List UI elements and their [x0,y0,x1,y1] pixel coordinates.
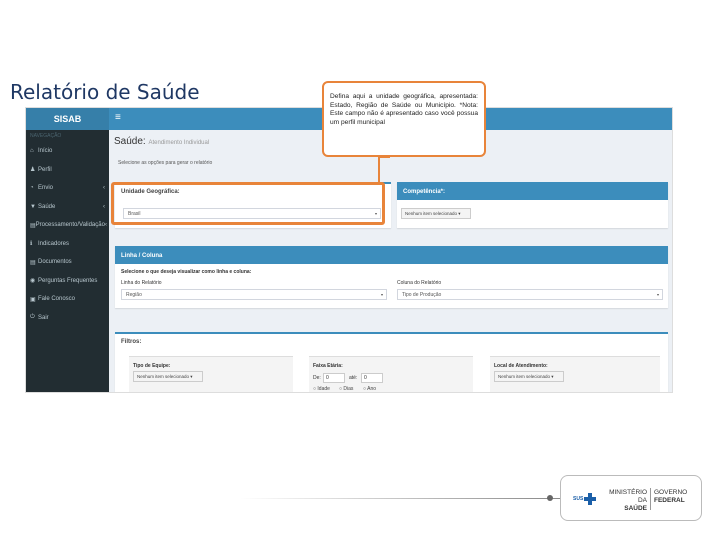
linha-coluna-title: Linha / Coluna [115,248,668,264]
ministerio-line-1: MINISTÉRIO DA [609,489,647,504]
sidebar-item-label: Perfil [38,166,52,173]
coluna-relatorio-value: Tipo de Produção [402,292,442,298]
competencia-box: Competência*: Nenhum item selecionado ▾ [397,182,668,228]
page-title-text: Saúde: [114,136,146,147]
faixa-etaria-label: Faixa Etária: [313,363,343,369]
brand-logo[interactable]: SISAB [26,108,109,130]
callout-note: Defina aqui a unidade geográfica, aprese… [322,81,486,157]
documents-icon: ▤ [30,259,36,266]
health-cross-icon [584,493,596,505]
governo-logo: GOVERNO FEDERAL [654,489,687,505]
ministerio-logo: MINISTÉRIO DA SAÚDE [599,489,647,513]
send-icon: ◔ [30,185,34,192]
sidebar-item-processamento-validacao[interactable]: ▤ Processamento/Validação ‹ [26,216,109,235]
sidebar-item-envio[interactable]: ◔ Envio ‹ [26,179,109,198]
ministerio-line-2: SAÚDE [624,505,647,512]
faixa-de-input[interactable]: 0 [323,373,345,383]
sidebar-item-saude[interactable]: ▼ Saúde ‹ [26,198,109,217]
sus-logo-text: SUS [573,496,584,502]
sidebar-item-label: Indicadores [38,240,70,247]
sidebar-item-label: Saúde [38,203,56,210]
chevron-down-icon: ▾ [656,292,659,297]
health-icon: ▼ [30,203,36,210]
faixa-de-label: De: [313,375,321,381]
sidebar-item-label: Processamento/Validação [35,222,105,229]
tipo-equipe-dropdown[interactable]: Nenhum item selecionado ▾ [133,371,203,382]
sidebar-item-sair[interactable]: ⏻ Sair [26,309,109,328]
footer-line [240,498,560,499]
local-atendimento-dropdown[interactable]: Nenhum item selecionado ▾ [494,371,564,382]
local-atendimento-panel: Local de Atendimento: Nenhum item seleci… [490,356,660,392]
coluna-relatorio-label: Coluna do Relatório [397,280,442,286]
tipo-equipe-label: Tipo de Equipe: [133,363,171,369]
sidebar-item-label: Sair [38,314,49,321]
user-icon: ♟ [30,167,36,174]
sidebar-item-documentos[interactable]: ▤ Documentos [26,253,109,272]
faixa-ate-input[interactable]: 0 [361,373,383,383]
sidebar-item-label: Início [38,148,53,155]
page-subtitle: Atendimento Individual [148,140,210,146]
governo-line-2: FEDERAL [654,497,685,504]
faq-icon: ◉ [30,278,36,285]
competencia-title: Competência*: [397,184,668,200]
slide-title: Relatório de Saúde [10,80,200,104]
radio-idade[interactable]: ○ Idade [313,386,330,392]
main-content: Saúde: Atendimento Individual Selecione … [109,130,672,392]
chevron-down-icon: ▾ [380,292,383,297]
filtros-title: Filtros: [121,339,142,345]
info-icon: ℹ [30,241,33,248]
filtros-box: Filtros: Tipo de Equipe: Nenhum item sel… [115,332,668,392]
linha-relatorio-select[interactable]: Região ▾ [121,289,387,300]
sidebar-item-label: Documentos [38,259,72,266]
page-title: Saúde: Atendimento Individual [114,136,209,147]
unidade-geografica-highlight [111,182,385,225]
coluna-relatorio-select[interactable]: Tipo de Produção ▾ [397,289,663,300]
home-icon: ⌂ [30,148,34,155]
linha-coluna-box: Linha / Coluna Selecione o que deseja vi… [115,246,668,308]
sidebar-item-inicio[interactable]: ⌂ Início [26,142,109,161]
local-atendimento-label: Local de Atendimento: [494,363,548,369]
radio-dias[interactable]: ○ Dias [339,386,353,392]
sidebar-item-fale-conosco[interactable]: ▣ Fale Conosco [26,290,109,309]
sidebar-item-indicadores[interactable]: ℹ Indicadores [26,235,109,254]
callout-connector [378,157,380,182]
sidebar-item-label: Perguntas Frequentes [38,277,98,284]
sidebar-item-label: Fale Conosco [38,296,76,303]
radio-ano[interactable]: ○ Ano [363,386,376,392]
sidebar-menu: ⌂ Início ♟ Perfil ◔ Envio ‹ ▼ Saúde ‹ ▤ Processamen… [26,142,109,327]
governo-line-1: GOVERNO [654,489,688,496]
sidebar: SISAB NAVEGAÇÃO ⌂ Início ♟ Perfil ◔ Envio ‹ ▼ Sa… [26,108,109,392]
linha-relatorio-value: Região [126,292,142,298]
sidebar-header: NAVEGAÇÃO [30,133,62,139]
sidebar-item-label: Envio [38,185,54,192]
faixa-etaria-panel: Faixa Etária: De: 0 até: 0 ○ Idade ○ Dia… [309,356,473,392]
tipo-equipe-panel: Tipo de Equipe: Nenhum item selecionado … [129,356,293,392]
logo-separator [650,488,651,510]
contact-icon: ▣ [30,296,36,303]
page-hint: Selecione as opções para gerar o relatór… [118,160,213,166]
hamburger-menu-icon[interactable]: ≡ [115,112,121,123]
footer-logo: SUS MINISTÉRIO DA SAÚDE GOVERNO FEDERAL [560,475,702,521]
sidebar-item-perfil[interactable]: ♟ Perfil [26,161,109,180]
linha-coluna-hint: Selecione o que deseja visualizar como l… [121,269,252,275]
competencia-dropdown[interactable]: Nenhum item selecionado ▾ [401,208,471,219]
linha-relatorio-label: Linha do Relatório [121,280,162,286]
sidebar-item-perguntas-frequentes[interactable]: ◉ Perguntas Frequentes [26,272,109,291]
exit-icon: ⏻ [30,314,35,321]
footer-dot [547,495,553,501]
faixa-ate-label: até: [349,375,358,381]
